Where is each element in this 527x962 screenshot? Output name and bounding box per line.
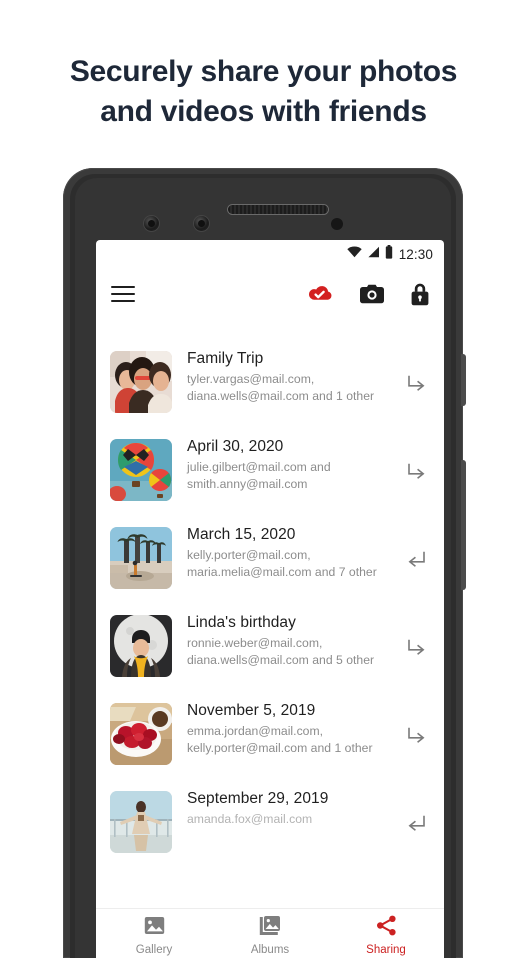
phone-screen: 12:30 Family Trip tyler.vargas@mail.com,… (96, 240, 444, 962)
status-bar: 12:30 (96, 240, 444, 268)
page-headline: Securely share your photos and videos wi… (0, 52, 527, 132)
thumbnail-woman-beanie-moon-mural (110, 615, 172, 677)
earpiece-speaker (228, 205, 328, 214)
hamburger-menu-icon[interactable] (111, 285, 135, 303)
list-item-title: Family Trip (187, 350, 264, 367)
list-item-title: September 29, 2019 (187, 790, 329, 807)
list-item-title: Linda's birthday (187, 614, 296, 631)
nav-tab-albums-label: Albums (250, 944, 290, 956)
nav-tab-albums[interactable]: Albums (212, 909, 328, 962)
list-item[interactable]: November 5, 2019 emma.jordan@mail.com, k… (96, 692, 444, 780)
lock-icon[interactable] (410, 283, 430, 306)
front-camera-icon (194, 216, 209, 231)
nav-tab-sharing[interactable]: Sharing (328, 909, 444, 962)
thumbnail-person-on-pier (110, 791, 172, 853)
camera-icon[interactable] (360, 284, 384, 304)
list-item-recipients-line-2: smith.anny@mail.com (187, 476, 308, 491)
list-item-recipients-line-1: ronnie.weber@mail.com, (187, 636, 323, 650)
proximity-sensor-icon (144, 216, 159, 231)
arrow-outgoing-icon[interactable] (401, 727, 431, 746)
list-item-recipients-line-1: tyler.vargas@mail.com, (187, 372, 315, 386)
phone-mockup: 12:30 Family Trip tyler.vargas@mail.com,… (63, 168, 466, 962)
arrow-incoming-icon[interactable] (401, 815, 431, 834)
signal-icon (367, 245, 380, 263)
thumbnail-hot-air-balloons (110, 439, 172, 501)
arrow-outgoing-icon[interactable] (401, 639, 431, 658)
list-item[interactable]: Family Trip tyler.vargas@mail.com, diana… (96, 340, 444, 428)
sensor-dot-icon (331, 218, 343, 230)
share-icon (376, 915, 397, 941)
list-item-title: March 15, 2020 (187, 526, 296, 543)
list-item-recipients-line-2: kelly.porter@mail.com and 1 other (187, 740, 373, 755)
headline-line-2: and videos with friends (100, 95, 427, 128)
list-item[interactable]: September 29, 2019 amanda.fox@mail.com (96, 780, 444, 868)
thumbnail-three-friends-selfie (110, 351, 172, 413)
volume-button[interactable] (461, 460, 466, 590)
list-item-title: April 30, 2020 (187, 438, 284, 455)
list-item-recipients-line-1: julie.gilbert@mail.com and (187, 460, 331, 474)
nav-tab-gallery[interactable]: Gallery (96, 909, 212, 962)
list-item-recipients-line-1: amanda.fox@mail.com (187, 812, 313, 826)
list-item[interactable]: March 15, 2020 kelly.porter@mail.com, ma… (96, 516, 444, 604)
list-item-recipients-line-1: kelly.porter@mail.com, (187, 548, 311, 562)
thumbnail-strawberry-bowl-coffee (110, 703, 172, 765)
phone-bezel-inner: 12:30 Family Trip tyler.vargas@mail.com,… (75, 178, 451, 962)
list-item[interactable]: Linda's birthday ronnie.weber@mail.com, … (96, 604, 444, 692)
power-button[interactable] (461, 354, 466, 406)
cloud-check-icon[interactable] (307, 284, 334, 304)
bottom-navigation-bar: Gallery Albums Sharing (96, 908, 444, 962)
albums-icon (259, 915, 281, 941)
arrow-incoming-icon[interactable] (401, 551, 431, 570)
arrow-outgoing-icon[interactable] (401, 463, 431, 482)
list-item-recipients-line-2: maria.melia@mail.com and 7 other (187, 564, 377, 579)
list-item-recipients-line-2: diana.wells@mail.com and 5 other (187, 652, 375, 667)
list-item[interactable]: April 30, 2020 julie.gilbert@mail.com an… (96, 428, 444, 516)
arrow-outgoing-icon[interactable] (401, 375, 431, 394)
thumbnail-skate-park-palms (110, 527, 172, 589)
image-icon (144, 915, 165, 941)
nav-tab-gallery-label: Gallery (135, 944, 173, 956)
nav-tab-sharing-label: Sharing (366, 944, 406, 956)
wifi-icon (347, 245, 362, 263)
sharing-list: Family Trip tyler.vargas@mail.com, diana… (96, 320, 444, 868)
list-item-recipients-line-2: diana.wells@mail.com and 1 other (187, 388, 375, 403)
app-toolbar (96, 268, 444, 320)
list-item-recipients-line-1: emma.jordan@mail.com, (187, 724, 324, 738)
battery-icon (385, 244, 393, 264)
headline-line-1: Securely share your photos (69, 55, 458, 88)
status-bar-clock: 12:30 (398, 246, 433, 262)
phone-bezel-outer: 12:30 Family Trip tyler.vargas@mail.com,… (70, 174, 456, 962)
list-item-title: November 5, 2019 (187, 702, 316, 719)
